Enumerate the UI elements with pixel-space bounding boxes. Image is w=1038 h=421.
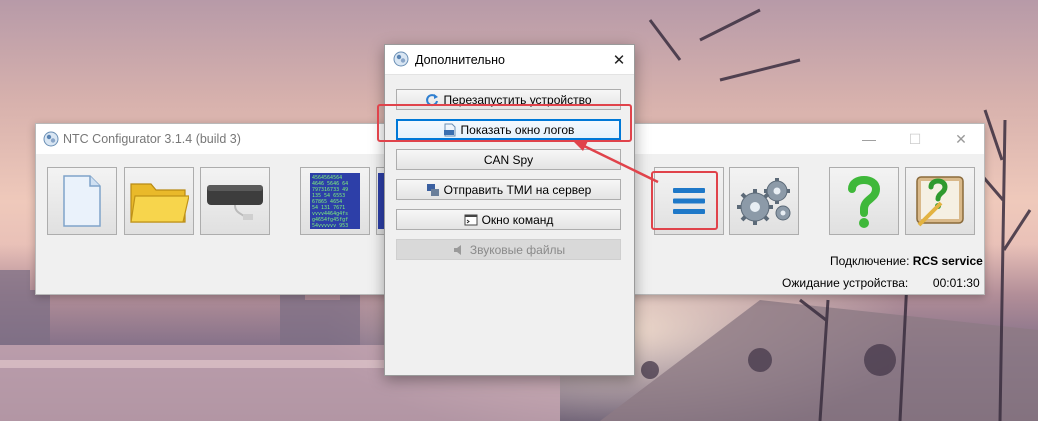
sound-files-button[interactable]: Звуковые файлы <box>396 239 621 260</box>
app-logo-icon <box>43 131 59 147</box>
gears-icon <box>737 178 791 225</box>
send-tmi-button[interactable]: Отправить ТМИ на сервер <box>396 179 621 200</box>
cmd-icon <box>464 214 478 225</box>
dialog-close-button[interactable]: ✕ <box>604 45 634 74</box>
dialog-titlebar[interactable]: Дополнительно ✕ <box>385 45 634 75</box>
upload-icon <box>426 183 439 196</box>
maximize-button[interactable]: ☐ <box>892 124 938 154</box>
waiting-timer: 00:01:30 <box>932 276 980 290</box>
can-spy-button[interactable]: CAN Spy <box>396 149 621 170</box>
close-button[interactable]: ✕ <box>938 124 984 154</box>
connection-label: Подключение: <box>830 254 910 268</box>
waiting-status: Ожидание устройства: 00:01:30 <box>782 276 980 290</box>
help-button[interactable] <box>829 167 899 235</box>
settings-button[interactable] <box>729 167 799 235</box>
waiting-label: Ожидание устройства: <box>782 276 909 290</box>
sound-files-label: Звуковые файлы <box>469 242 566 257</box>
minimize-button[interactable]: — <box>846 124 892 154</box>
connection-value: RCS service <box>912 254 983 268</box>
sound-icon <box>453 244 461 255</box>
notes-icon <box>916 176 964 227</box>
show-logs-highlight <box>377 104 632 142</box>
device-button[interactable] <box>200 167 270 235</box>
device-icon <box>207 185 263 220</box>
folder-icon <box>130 183 189 223</box>
document-icon <box>63 175 101 227</box>
command-window-button[interactable]: Окно команд <box>396 209 621 230</box>
question-icon <box>848 176 881 228</box>
main-window-title: NTC Configurator 3.1.4 (build 3) <box>63 132 241 146</box>
can-spy-label: CAN Spy <box>483 152 534 167</box>
notes-button[interactable] <box>905 167 975 235</box>
data-view-button[interactable]: 4564564564 4646 5646 64 797316733 49 135… <box>300 167 370 235</box>
new-file-button[interactable] <box>47 167 117 235</box>
open-folder-button[interactable] <box>124 167 194 235</box>
menu-button-highlight <box>651 171 718 230</box>
app-logo-icon <box>393 51 409 67</box>
command-window-label: Окно команд <box>481 212 554 227</box>
additional-dialog: Дополнительно ✕ Перезапустить устройство… <box>384 44 635 376</box>
dialog-title: Дополнительно <box>415 53 505 67</box>
connection-status: Подключение: RCS service <box>830 254 983 268</box>
send-tmi-label: Отправить ТМИ на сервер <box>443 182 592 197</box>
hex-data-icon: 4564564564 4646 5646 64 797316733 49 135… <box>310 173 360 229</box>
